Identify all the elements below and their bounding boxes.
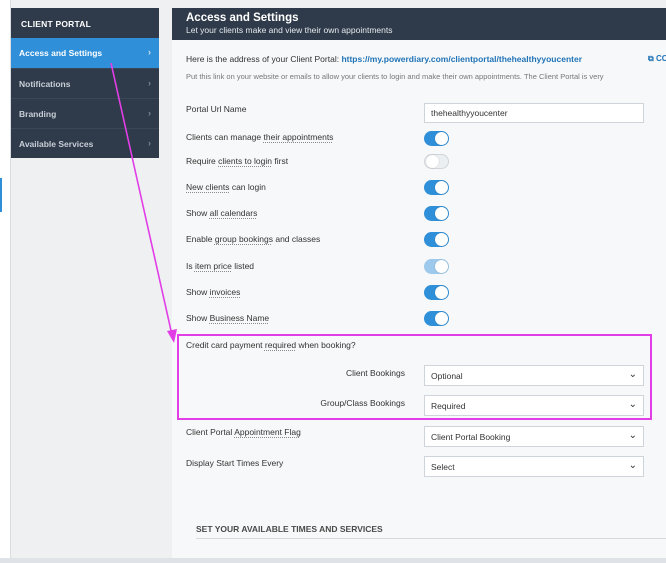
- bottom-edge: [0, 558, 666, 563]
- annotation-arrow: [110, 62, 177, 343]
- arrow-head: [167, 329, 177, 343]
- arrow-line: [110, 62, 173, 336]
